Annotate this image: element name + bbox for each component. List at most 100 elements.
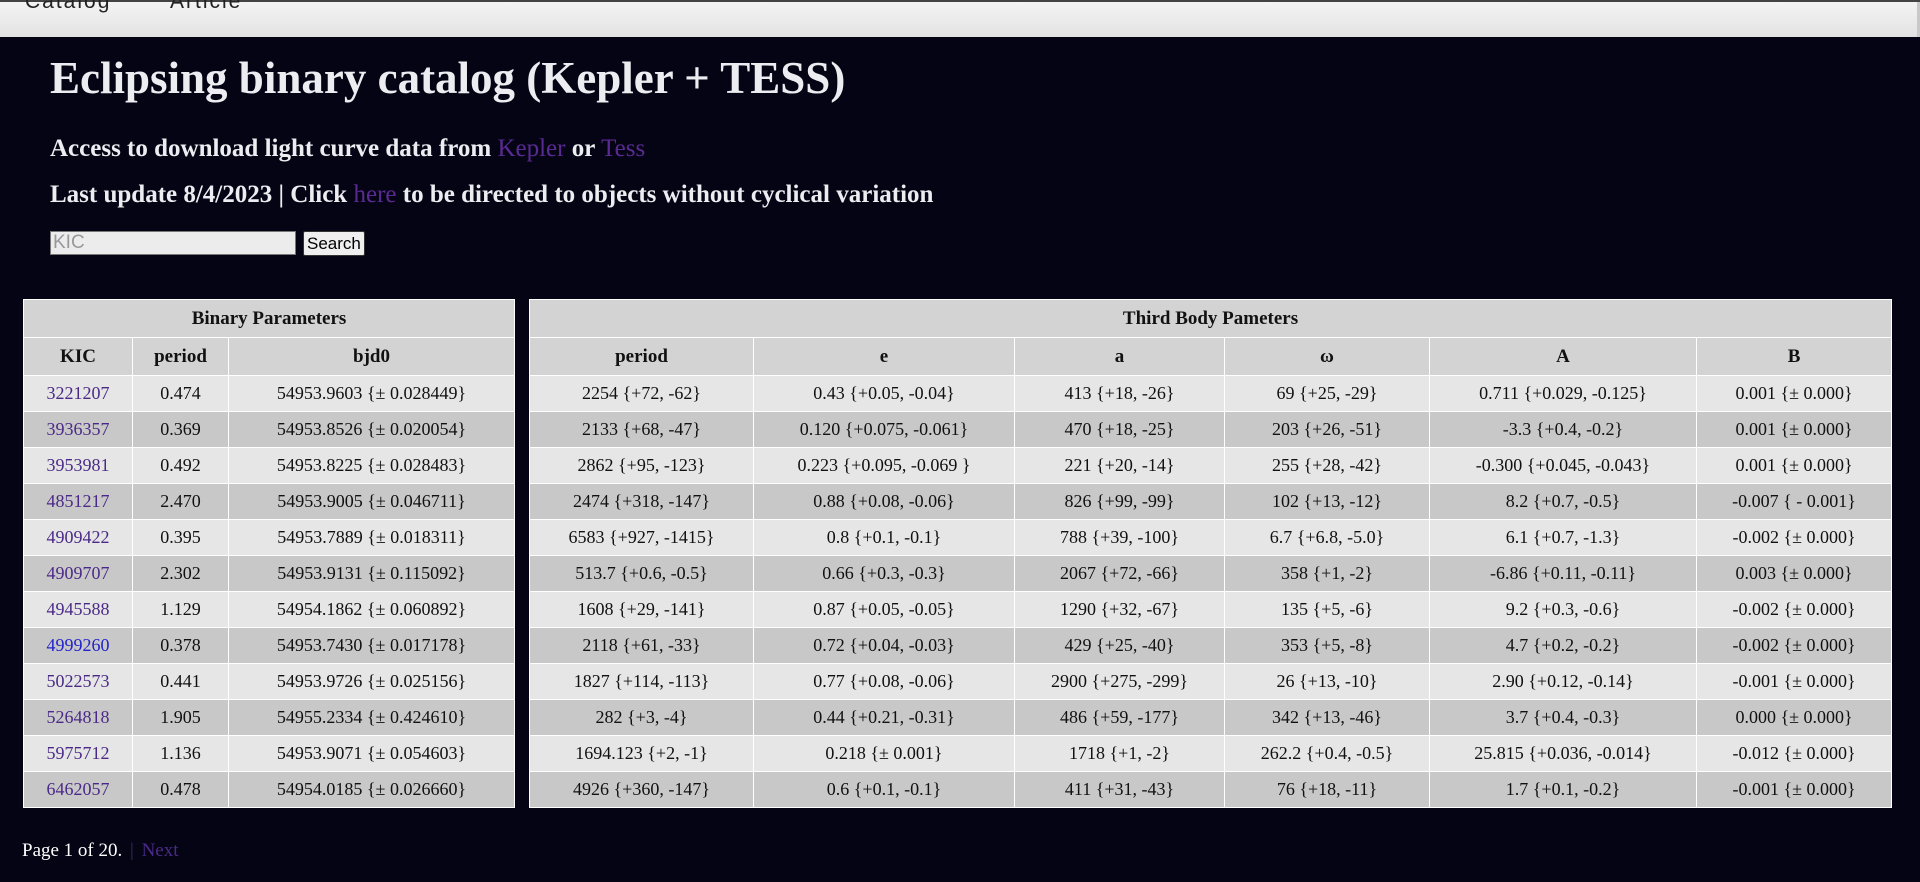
table-row: 2118 {+61, -33} 0.72 {+0.04, -0.03} 429 {+… bbox=[529, 627, 1893, 664]
bjd0-cell: 54953.9071 {± 0.054603} bbox=[227, 735, 516, 772]
table-row: 4926 {+360, -147} 0.6 {+0.1, -0.1} 411 {+3… bbox=[529, 771, 1893, 808]
third-period-cell: 2474 {+318, -147} bbox=[529, 483, 754, 520]
e-cell: 0.43 {+0.05, -0.04} bbox=[753, 375, 1015, 412]
table-row: 2862 {+95, -123} 0.223 {+0.095, -0.069 } 2… bbox=[529, 447, 1893, 484]
table-row: 5264818 1.905 54955.2334 {± 0.424610} bbox=[23, 699, 516, 736]
third-period-cell: 1608 {+29, -141} bbox=[529, 591, 754, 628]
table-row: 513.7 {+0.6, -0.5} 0.66 {+0.3, -0.3} 2067 … bbox=[529, 555, 1893, 592]
kic-cell: 4909707 bbox=[23, 555, 133, 592]
search-button[interactable]: Search bbox=[303, 231, 365, 256]
kepler-link[interactable]: Kepler bbox=[497, 135, 565, 162]
table-row: 3221207 0.474 54953.9603 {± 0.028449} bbox=[23, 375, 516, 412]
table-row: 2254 {+72, -62} 0.43 {+0.05, -0.04} 413 {+… bbox=[529, 375, 1893, 412]
amplitude-cell: 0.711 {+0.029, -0.125} bbox=[1429, 375, 1697, 412]
omega-cell: 102 {+13, -12} bbox=[1224, 483, 1430, 520]
b-cell: -0.001 {± 0.000} bbox=[1695, 663, 1893, 700]
table-row: 4851217 2.470 54953.9005 {± 0.046711} bbox=[23, 483, 516, 520]
bjd0-cell: 54953.7889 {± 0.018311} bbox=[227, 519, 516, 556]
col-b: B bbox=[1695, 337, 1893, 376]
kic-link[interactable]: 6462057 bbox=[47, 779, 110, 799]
e-cell: 0.72 {+0.04, -0.03} bbox=[753, 627, 1015, 664]
b-cell: 0.001 {± 0.000} bbox=[1695, 375, 1893, 412]
bjd0-cell: 54954.0185 {± 0.026660} bbox=[227, 771, 516, 808]
kic-link[interactable]: 4945588 bbox=[47, 599, 110, 619]
bjd0-cell: 54953.8526 {± 0.020054} bbox=[227, 411, 516, 448]
update-line: Last update 8/4/2023 | Click here to be … bbox=[50, 181, 933, 209]
kic-cell: 5975712 bbox=[23, 735, 133, 772]
amplitude-cell: 1.7 {+0.1, -0.2} bbox=[1429, 771, 1697, 808]
b-cell: -0.002 {± 0.000} bbox=[1695, 627, 1893, 664]
here-link[interactable]: here bbox=[353, 181, 396, 208]
a-cell: 470 {+18, -25} bbox=[1014, 411, 1225, 448]
kic-link[interactable]: 5264818 bbox=[47, 707, 110, 727]
omega-cell: 358 {+1, -2} bbox=[1224, 555, 1430, 592]
omega-cell: 135 {+5, -6} bbox=[1224, 591, 1430, 628]
next-page-link[interactable]: Next bbox=[142, 840, 179, 861]
b-cell: 0.001 {± 0.000} bbox=[1695, 411, 1893, 448]
e-cell: 0.120 {+0.075, -0.061} bbox=[753, 411, 1015, 448]
col-third-period: period bbox=[529, 337, 754, 376]
kic-link[interactable]: 4909422 bbox=[47, 527, 110, 547]
bjd0-cell: 54953.9131 {± 0.115092} bbox=[227, 555, 516, 592]
kic-link[interactable]: 3221207 bbox=[47, 383, 110, 403]
kic-cell: 4945588 bbox=[23, 591, 133, 628]
period-cell: 0.369 bbox=[132, 411, 229, 448]
pager-separator: | bbox=[130, 840, 134, 861]
col-omega: ω bbox=[1224, 337, 1430, 376]
a-cell: 486 {+59, -177} bbox=[1014, 699, 1225, 736]
kic-link[interactable]: 4909707 bbox=[47, 563, 110, 583]
kic-cell: 4851217 bbox=[23, 483, 133, 520]
period-cell: 0.395 bbox=[132, 519, 229, 556]
e-cell: 0.77 {+0.08, -0.06} bbox=[753, 663, 1015, 700]
kic-link[interactable]: 3953981 bbox=[47, 455, 110, 475]
b-cell: -0.001 {± 0.000} bbox=[1695, 771, 1893, 808]
omega-cell: 69 {+25, -29} bbox=[1224, 375, 1430, 412]
bjd0-cell: 54954.1862 {± 0.060892} bbox=[227, 591, 516, 628]
amplitude-cell: 2.90 {+0.12, -0.14} bbox=[1429, 663, 1697, 700]
table-row: 4999260 0.378 54953.7430 {± 0.017178} bbox=[23, 627, 516, 664]
bjd0-cell: 54955.2334 {± 0.424610} bbox=[227, 699, 516, 736]
e-cell: 0.8 {+0.1, -0.1} bbox=[753, 519, 1015, 556]
kic-search-input[interactable] bbox=[50, 231, 296, 255]
col-period: period bbox=[132, 337, 229, 376]
e-cell: 0.223 {+0.095, -0.069 } bbox=[753, 447, 1015, 484]
table-row: 6462057 0.478 54954.0185 {± 0.026660} bbox=[23, 771, 516, 808]
bjd0-cell: 54953.8225 {± 0.028483} bbox=[227, 447, 516, 484]
kic-link[interactable]: 4851217 bbox=[47, 491, 110, 511]
nav-catalog-link[interactable]: Catalog bbox=[25, 0, 111, 14]
omega-cell: 342 {+13, -46} bbox=[1224, 699, 1430, 736]
b-cell: 0.001 {± 0.000} bbox=[1695, 447, 1893, 484]
third-period-cell: 4926 {+360, -147} bbox=[529, 771, 754, 808]
a-cell: 2900 {+275, -299} bbox=[1014, 663, 1225, 700]
omega-cell: 203 {+26, -51} bbox=[1224, 411, 1430, 448]
b-cell: -0.002 {± 0.000} bbox=[1695, 591, 1893, 628]
table-row: 1827 {+114, -113} 0.77 {+0.08, -0.06} 2900… bbox=[529, 663, 1893, 700]
third-period-cell: 2133 {+68, -47} bbox=[529, 411, 754, 448]
third-period-cell: 2118 {+61, -33} bbox=[529, 627, 754, 664]
kic-link[interactable]: 5975712 bbox=[47, 743, 110, 763]
table-row: 4945588 1.129 54954.1862 {± 0.060892} bbox=[23, 591, 516, 628]
table-row: 3936357 0.369 54953.8526 {± 0.020054} bbox=[23, 411, 516, 448]
a-cell: 221 {+20, -14} bbox=[1014, 447, 1225, 484]
kic-link[interactable]: 5022573 bbox=[47, 671, 110, 691]
nav-article-link[interactable]: Article bbox=[170, 0, 242, 14]
kic-cell: 5264818 bbox=[23, 699, 133, 736]
omega-cell: 76 {+18, -11} bbox=[1224, 771, 1430, 808]
third-period-cell: 1827 {+114, -113} bbox=[529, 663, 754, 700]
omega-cell: 6.7 {+6.8, -5.0} bbox=[1224, 519, 1430, 556]
third-period-cell: 1694.123 {+2, -1} bbox=[529, 735, 754, 772]
bjd0-cell: 54953.9005 {± 0.046711} bbox=[227, 483, 516, 520]
table-row: 1694.123 {+2, -1} 0.218 {± 0.001} 1718 {+1… bbox=[529, 735, 1893, 772]
tess-link[interactable]: Tess bbox=[601, 135, 645, 162]
kic-cell: 4909422 bbox=[23, 519, 133, 556]
binary-parameters-table: Binary Parameters KIC period bjd0 322120… bbox=[22, 299, 516, 808]
page-title: Eclipsing binary catalog (Kepler + TESS) bbox=[50, 53, 846, 103]
kic-link[interactable]: 4999260 bbox=[47, 635, 110, 655]
table-row: 5975712 1.136 54953.9071 {± 0.054603} bbox=[23, 735, 516, 772]
amplitude-cell: -6.86 {+0.11, -0.11} bbox=[1429, 555, 1697, 592]
kic-link[interactable]: 3936357 bbox=[47, 419, 110, 439]
period-cell: 1.129 bbox=[132, 591, 229, 628]
third-period-cell: 2862 {+95, -123} bbox=[529, 447, 754, 484]
a-cell: 2067 {+72, -66} bbox=[1014, 555, 1225, 592]
page-info: Page 1 of 20. bbox=[22, 840, 123, 861]
